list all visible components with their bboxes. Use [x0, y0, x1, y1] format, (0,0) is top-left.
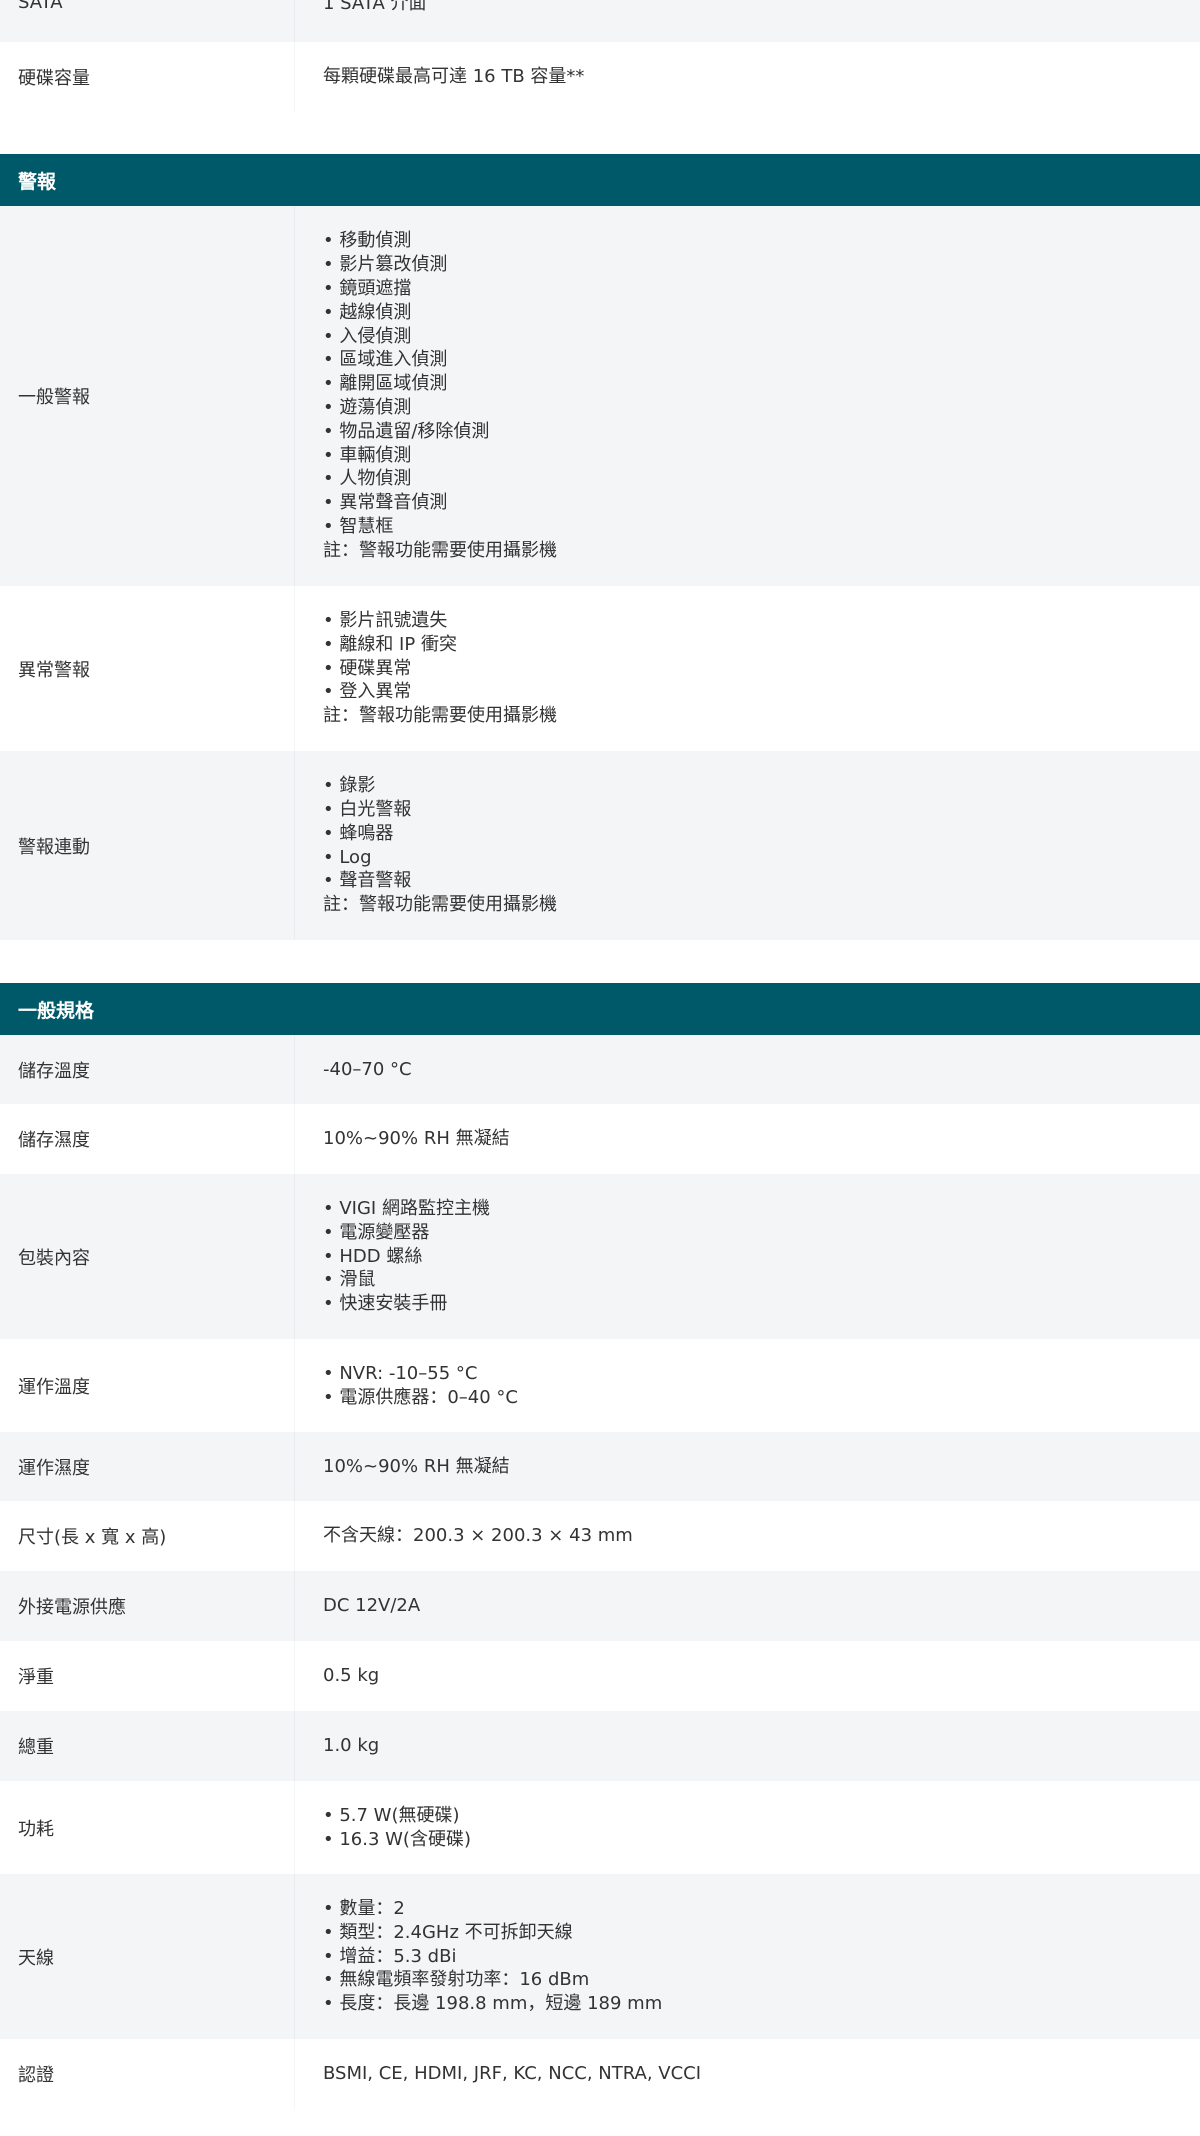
- spec-value: 1.0 kg: [323, 1735, 380, 1757]
- spec-row-exception-alarm: 異常警報 • 影片訊號遺失 • 離線和 IP 衝突 • 硬碟異常 • 登入異常 …: [0, 586, 1200, 751]
- spec-value: • VIGI 網路監控主機 • 電源變壓器 • HDD 螺絲 • 滑鼠 • 快速…: [295, 1174, 1200, 1339]
- spec-row-gross-weight: 總重 1.0 kg: [0, 1711, 1200, 1781]
- spec-line: • 登入異常: [323, 681, 412, 703]
- spec-line: • HDD 螺絲: [323, 1245, 423, 1267]
- spec-label: 天線: [0, 1874, 295, 2039]
- spec-row-storage-temp: 儲存溫度 -40–70 °C: [0, 1035, 1200, 1104]
- spec-value: 每顆硬碟最高可達 16 TB 容量**: [323, 66, 585, 88]
- spec-line: • 移動偵測: [323, 230, 412, 252]
- spec-line: • 入侵偵測: [323, 325, 412, 347]
- spec-line: • 5.7 W(無硬碟): [323, 1804, 460, 1826]
- spec-label: 尺寸(長 x 寬 x 高): [0, 1501, 295, 1571]
- spec-label: 硬碟容量: [0, 42, 295, 112]
- spec-label: 異常警報: [0, 586, 295, 751]
- spec-line: • 快速安裝手冊: [323, 1293, 448, 1315]
- spec-row-general-alarm: 一般警報 • 移動偵測 • 影片篡改偵測 • 鏡頭遮擋 • 越線偵測 • 入侵偵…: [0, 206, 1200, 586]
- spec-label: SATA: [0, 0, 295, 42]
- spec-line: • 長度：長邊 198.8 mm，短邊 189 mm: [323, 1993, 663, 2015]
- spec-line: • 區域進入偵測: [323, 349, 448, 371]
- spec-line: • 數量：2: [323, 1898, 405, 1919]
- spec-label: 包裝內容: [0, 1174, 295, 1339]
- spec-note: 註：警報功能需要使用攝影機: [323, 705, 557, 727]
- spec-row-package: 包裝內容 • VIGI 網路監控主機 • 電源變壓器 • HDD 螺絲 • 滑鼠…: [0, 1174, 1200, 1339]
- spec-line: • 影片訊號遺失: [323, 610, 448, 631]
- spec-line: • NVR: -10–55 °C: [323, 1362, 478, 1384]
- spec-row-net-weight: 淨重 0.5 kg: [0, 1641, 1200, 1711]
- spec-line: • 錄影: [323, 775, 376, 797]
- spec-line: • 影片篡改偵測: [323, 254, 448, 276]
- spec-value: -40–70 °C: [323, 1058, 412, 1080]
- spec-value: 1 SATA 介面: [323, 0, 427, 14]
- spec-line: • 增益：5.3 dBi: [323, 1945, 457, 1967]
- spec-line: • 蜂鳴器: [323, 822, 394, 844]
- spec-line: • Log: [323, 846, 372, 868]
- spec-value: DC 12V/2A: [323, 1595, 421, 1617]
- section-header-alarm: 警報: [0, 154, 1200, 206]
- spec-label: 淨重: [0, 1641, 295, 1711]
- spec-row-disk-capacity: 硬碟容量 每顆硬碟最高可達 16 TB 容量**: [0, 42, 1200, 112]
- spec-line: • 人物偵測: [323, 468, 412, 490]
- spec-value: BSMI, CE, HDMI, JRF, KC, NCC, NTRA, VCCI: [323, 2063, 702, 2085]
- spec-line: • 電源供應器：0–40 °C: [323, 1386, 518, 1408]
- spec-line: • 離線和 IP 衝突: [323, 633, 457, 655]
- spec-label: 警報連動: [0, 751, 295, 940]
- spec-line: • 硬碟異常: [323, 657, 412, 679]
- spec-value: • 數量：2 • 類型：2.4GHz 不可拆卸天線 • 增益：5.3 dBi •…: [295, 1874, 1200, 2039]
- spec-label: 總重: [0, 1711, 295, 1781]
- spec-value: • 5.7 W(無硬碟) • 16.3 W(含硬碟): [295, 1781, 1200, 1874]
- spec-line: • VIGI 網路監控主機: [323, 1198, 490, 1219]
- spec-value: • NVR: -10–55 °C • 電源供應器：0–40 °C: [295, 1339, 1200, 1432]
- spec-line: • 物品遺留/移除偵測: [323, 420, 490, 442]
- spec-row-dimensions: 尺寸(長 x 寬 x 高) 不含天線：200.3 × 200.3 × 43 mm: [0, 1501, 1200, 1571]
- spec-line: • 聲音警報: [323, 870, 412, 892]
- spec-line: • 離開區域偵測: [323, 373, 448, 395]
- spec-row-storage-humidity: 儲存濕度 10%~90% RH 無凝結: [0, 1104, 1200, 1174]
- spec-row-operating-humidity: 運作濕度 10%~90% RH 無凝結: [0, 1432, 1200, 1501]
- spec-row-antenna: 天線 • 數量：2 • 類型：2.4GHz 不可拆卸天線 • 增益：5.3 dB…: [0, 1874, 1200, 2039]
- spec-label: 儲存濕度: [0, 1104, 295, 1174]
- spec-label: 運作溫度: [0, 1339, 295, 1432]
- spec-line: • 異常聲音偵測: [323, 492, 448, 514]
- spec-label: 運作濕度: [0, 1432, 295, 1501]
- spec-row-power-supply: 外接電源供應 DC 12V/2A: [0, 1571, 1200, 1641]
- spec-label: 功耗: [0, 1781, 295, 1874]
- spec-line: • 鏡頭遮擋: [323, 278, 412, 300]
- spec-note: 註：警報功能需要使用攝影機: [323, 539, 557, 561]
- spec-value: • 錄影 • 白光警報 • 蜂鳴器 • Log • 聲音警報 註：警報功能需要使…: [295, 751, 1200, 940]
- spec-label: 一般警報: [0, 206, 295, 586]
- spec-line: • 無線電頻率發射功率：16 dBm: [323, 1969, 590, 1991]
- spec-row-operating-temp: 運作溫度 • NVR: -10–55 °C • 電源供應器：0–40 °C: [0, 1339, 1200, 1432]
- spec-value: • 影片訊號遺失 • 離線和 IP 衝突 • 硬碟異常 • 登入異常 註：警報功…: [295, 586, 1200, 751]
- spec-line: • 智慧框: [323, 515, 394, 537]
- spec-line: • 越線偵測: [323, 301, 412, 323]
- spec-line: • 白光警報: [323, 798, 412, 820]
- spec-line: • 類型：2.4GHz 不可拆卸天線: [323, 1921, 573, 1943]
- spec-note: 註：警報功能需要使用攝影機: [323, 894, 557, 916]
- spec-line: • 16.3 W(含硬碟): [323, 1828, 471, 1850]
- spec-line: • 電源變壓器: [323, 1221, 430, 1243]
- spec-row-power-consumption: 功耗 • 5.7 W(無硬碟) • 16.3 W(含硬碟): [0, 1781, 1200, 1874]
- spec-line: • 車輛偵測: [323, 444, 412, 466]
- spec-row-alarm-linkage: 警報連動 • 錄影 • 白光警報 • 蜂鳴器 • Log • 聲音警報 註：警報…: [0, 751, 1200, 940]
- spec-value: • 移動偵測 • 影片篡改偵測 • 鏡頭遮擋 • 越線偵測 • 入侵偵測 • 區…: [295, 206, 1200, 586]
- spec-value: 不含天線：200.3 × 200.3 × 43 mm: [323, 1525, 633, 1547]
- spec-value: 0.5 kg: [323, 1665, 380, 1687]
- spec-line: • 遊蕩偵測: [323, 397, 412, 418]
- spec-row-certification: 認證 BSMI, CE, HDMI, JRF, KC, NCC, NTRA, V…: [0, 2039, 1200, 2109]
- spec-row-sata: SATA 1 SATA 介面: [0, 0, 1200, 42]
- spec-value: 10%~90% RH 無凝結: [323, 1455, 510, 1477]
- spec-label: 認證: [0, 2039, 295, 2109]
- section-header-general: 一般規格: [0, 983, 1200, 1035]
- spec-value: 10%~90% RH 無凝結: [323, 1128, 510, 1150]
- spec-line: • 滑鼠: [323, 1269, 376, 1291]
- spec-label: 儲存溫度: [0, 1035, 295, 1104]
- spec-label: 外接電源供應: [0, 1571, 295, 1641]
